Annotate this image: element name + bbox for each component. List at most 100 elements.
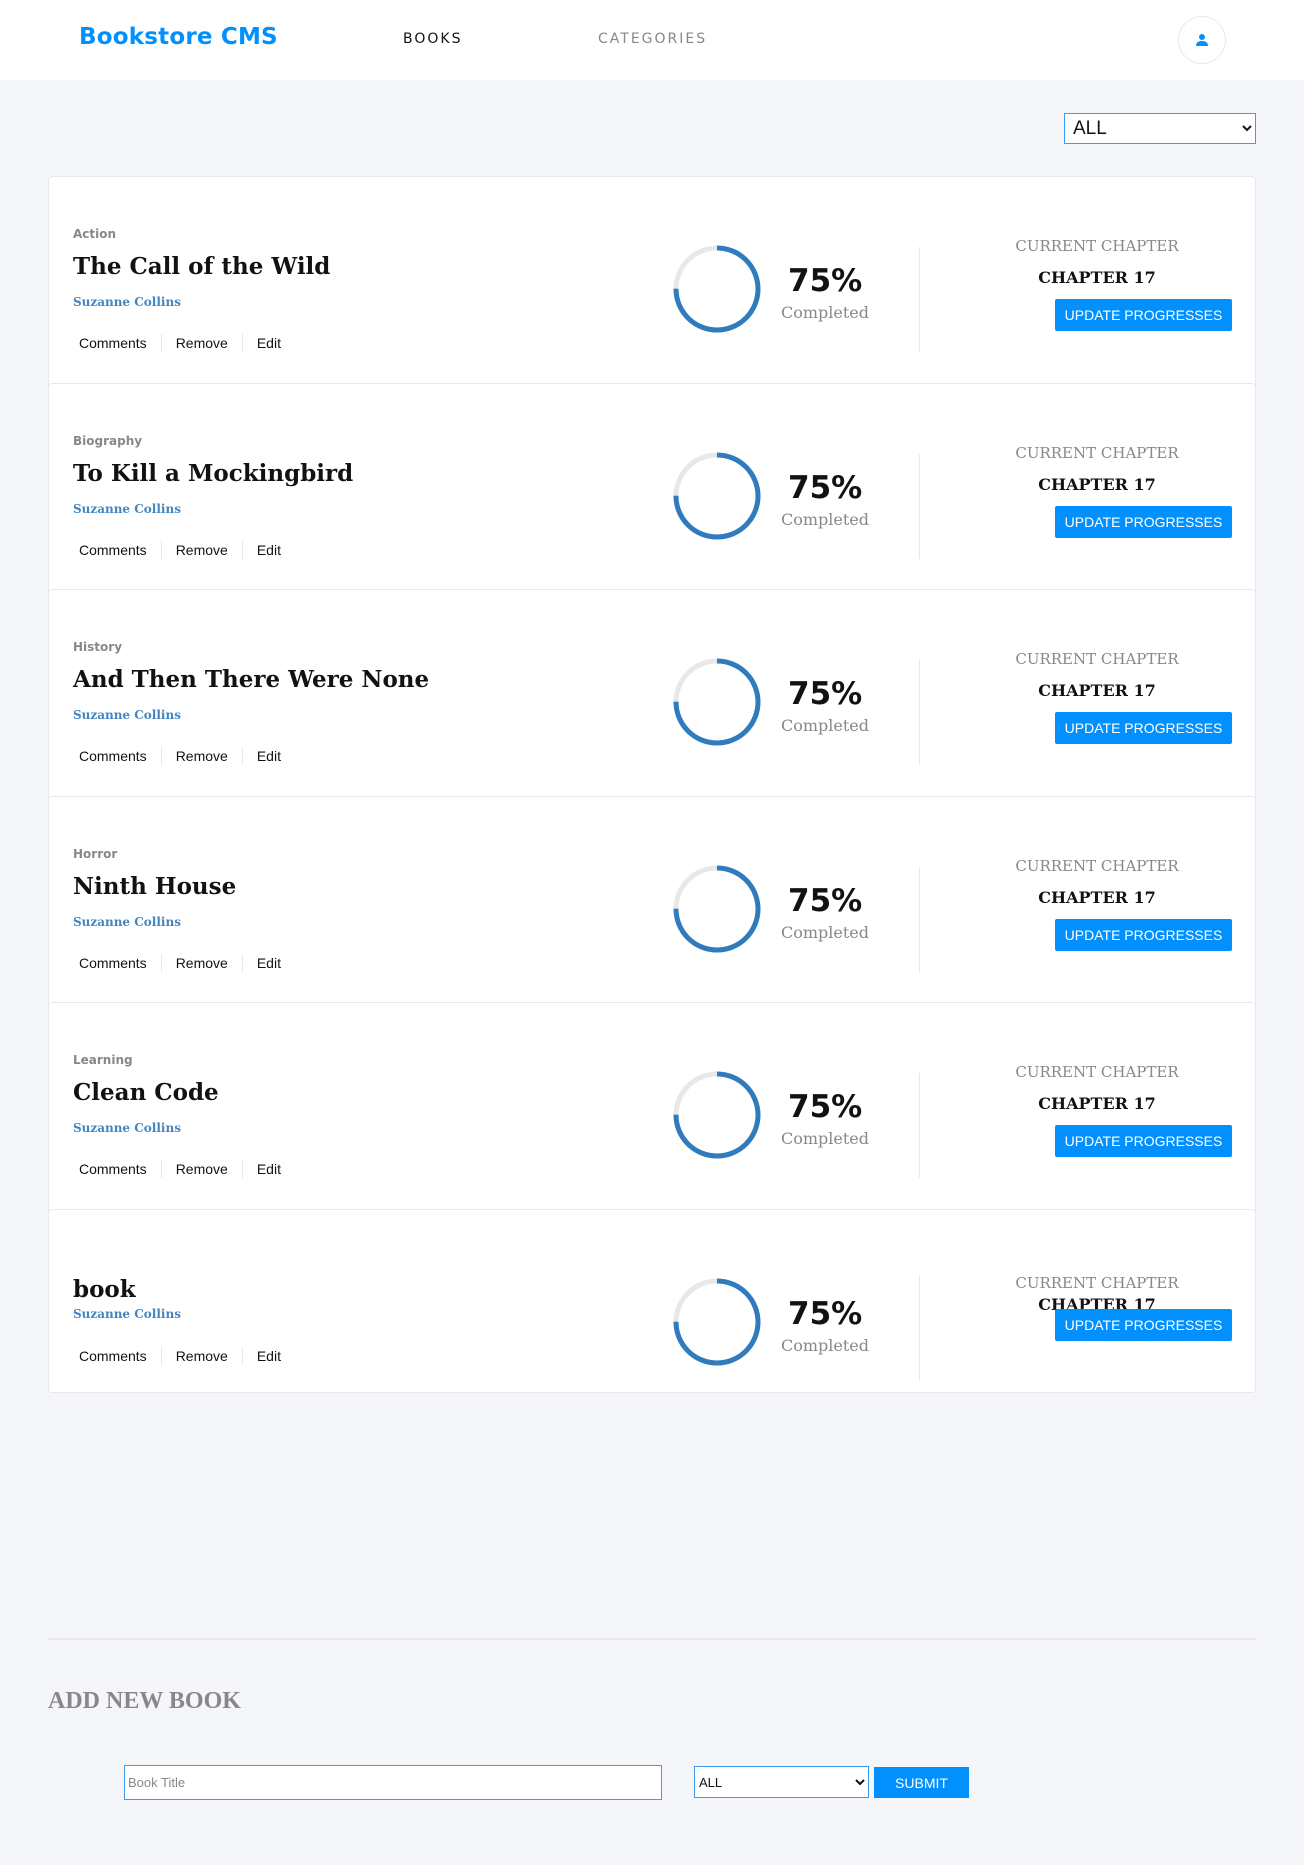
progress-ring [673, 1278, 761, 1365]
brand-logo[interactable]: Bookstore CMS [79, 24, 278, 50]
vertical-divider [919, 660, 920, 765]
comments-button[interactable]: Comments [73, 747, 153, 765]
edit-button[interactable]: Edit [251, 1347, 287, 1365]
progress-completed-label: Completed [781, 1335, 870, 1355]
action-separator [241, 334, 243, 352]
update-progress-button[interactable]: UPDATE PROGRESSES [1055, 1125, 1232, 1157]
progress-ring [673, 245, 761, 333]
progress-percent: 75% [788, 676, 863, 712]
add-book-heading: ADD NEW BOOK [48, 1688, 241, 1714]
nav-categories-link[interactable]: CATEGORIES [598, 31, 707, 47]
vertical-divider [919, 866, 920, 972]
book-genre: Biography [73, 433, 143, 448]
remove-button[interactable]: Remove [170, 541, 234, 559]
book-card: book Suzanne Collins Comments Remove Edi… [48, 1208, 1256, 1393]
edit-button[interactable]: Edit [251, 747, 287, 765]
book-title: book [73, 1275, 136, 1303]
comments-button[interactable]: Comments [73, 541, 153, 559]
edit-button[interactable]: Edit [251, 334, 287, 352]
current-chapter-value: CHAPTER 17 [1038, 887, 1156, 907]
current-chapter-label: CURRENT CHAPTER [1015, 1273, 1179, 1292]
book-card: Horror Ninth House Suzanne Collins Comme… [48, 795, 1256, 1009]
action-separator [160, 540, 162, 559]
progress-percent: 75% [788, 882, 863, 919]
user-icon [1196, 34, 1208, 46]
book-genre: Horror [73, 846, 118, 861]
top-navbar: Bookstore CMS BOOKS CATEGORIES [0, 0, 1304, 80]
book-title-input[interactable] [124, 1765, 662, 1800]
book-category-select[interactable]: ALL [694, 1766, 869, 1798]
remove-button[interactable]: Remove [170, 747, 234, 765]
book-card: Biography To Kill a Mockingbird Suzanne … [48, 382, 1256, 596]
book-author[interactable]: Suzanne Collins [73, 295, 181, 309]
book-actions: Comments Remove Edit [73, 334, 287, 352]
action-separator [241, 953, 243, 972]
edit-button[interactable]: Edit [251, 954, 287, 972]
book-card: Action The Call of the Wild Suzanne Coll… [48, 176, 1256, 389]
update-progress-button[interactable]: UPDATE PROGRESSES [1055, 505, 1232, 538]
remove-button[interactable]: Remove [170, 1347, 234, 1365]
current-chapter-value: CHAPTER 17 [1038, 474, 1156, 494]
current-chapter-label: CURRENT CHAPTER [1015, 237, 1179, 255]
progress-completed-label: Completed [781, 303, 870, 322]
book-author[interactable]: Suzanne Collins [73, 502, 181, 516]
book-author[interactable]: Suzanne Collins [73, 915, 181, 929]
progress-percent: 75% [788, 1295, 863, 1332]
progress-ring [673, 658, 761, 746]
comments-button[interactable]: Comments [73, 1347, 153, 1365]
current-chapter-value: CHAPTER 17 [1038, 681, 1156, 700]
action-separator [160, 1346, 162, 1365]
book-title: And Then There Were None [73, 666, 430, 693]
submit-button[interactable]: SUBMIT [874, 1767, 969, 1798]
edit-button[interactable]: Edit [251, 541, 287, 559]
remove-button[interactable]: Remove [170, 1160, 234, 1178]
update-progress-button[interactable]: UPDATE PROGRESSES [1055, 918, 1232, 951]
category-filter-select[interactable]: ALL [1064, 113, 1256, 144]
book-author[interactable]: Suzanne Collins [73, 1307, 181, 1321]
action-separator [241, 1346, 243, 1365]
update-progress-button[interactable]: UPDATE PROGRESSES [1055, 712, 1232, 744]
progress-percent: 75% [788, 1089, 863, 1125]
vertical-divider [919, 1073, 920, 1178]
book-card: History And Then There Were None Suzanne… [48, 589, 1256, 802]
action-separator [160, 747, 162, 765]
action-separator [160, 1160, 162, 1178]
book-genre: Learning [73, 1053, 133, 1067]
current-chapter-value: CHAPTER 17 [1038, 1094, 1156, 1113]
current-chapter-label: CURRENT CHAPTER [1015, 1063, 1179, 1081]
update-progress-button[interactable]: UPDATE PROGRESSES [1055, 299, 1232, 331]
progress-ring [673, 452, 761, 539]
comments-button[interactable]: Comments [73, 1160, 153, 1178]
book-title: Clean Code [73, 1079, 219, 1106]
book-title: To Kill a Mockingbird [73, 459, 354, 487]
progress-completed-label: Completed [781, 922, 870, 942]
current-chapter-label: CURRENT CHAPTER [1015, 856, 1179, 875]
book-author[interactable]: Suzanne Collins [73, 1121, 181, 1135]
progress-completed-label: Completed [781, 716, 870, 735]
action-separator [160, 334, 162, 352]
book-genre: History [73, 640, 123, 654]
book-actions: Comments Remove Edit [73, 540, 287, 559]
book-author[interactable]: Suzanne Collins [73, 708, 181, 722]
book-card: Learning Clean Code Suzanne Collins Comm… [48, 1002, 1256, 1215]
remove-button[interactable]: Remove [170, 334, 234, 352]
user-profile-button[interactable] [1178, 16, 1226, 64]
book-actions: Comments Remove Edit [73, 953, 287, 972]
remove-button[interactable]: Remove [170, 954, 234, 972]
progress-ring [673, 1071, 761, 1159]
progress-completed-label: Completed [781, 509, 870, 529]
book-actions: Comments Remove Edit [73, 747, 287, 765]
current-chapter-value: CHAPTER 17 [1038, 268, 1156, 287]
nav-books-link[interactable]: BOOKS [403, 31, 462, 47]
action-separator [241, 540, 243, 559]
section-divider [48, 1638, 1256, 1640]
vertical-divider [919, 453, 920, 559]
update-progress-button[interactable]: UPDATE PROGRESSES [1055, 1308, 1232, 1341]
action-separator [241, 1160, 243, 1178]
book-title: Ninth House [73, 872, 237, 900]
progress-percent: 75% [788, 263, 863, 299]
comments-button[interactable]: Comments [73, 334, 153, 352]
edit-button[interactable]: Edit [251, 1160, 287, 1178]
current-chapter-label: CURRENT CHAPTER [1015, 650, 1179, 668]
comments-button[interactable]: Comments [73, 954, 153, 972]
